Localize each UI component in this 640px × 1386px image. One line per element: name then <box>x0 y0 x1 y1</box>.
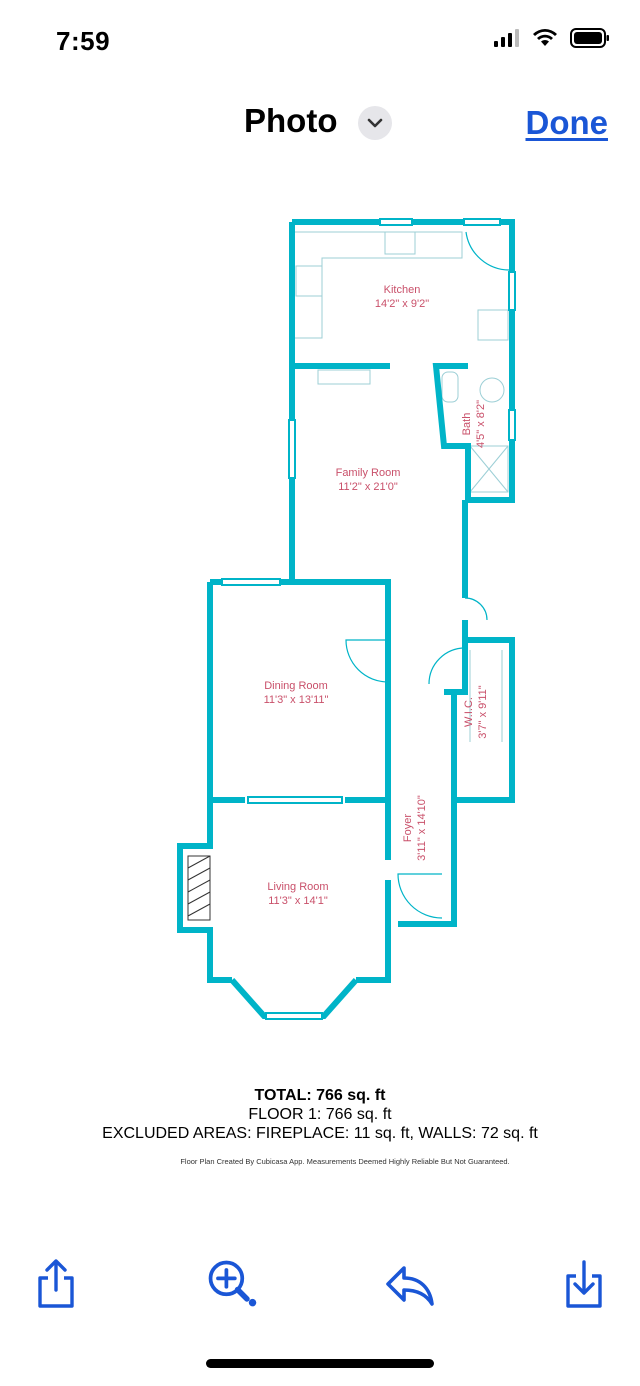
share-button[interactable] <box>28 1256 84 1312</box>
zoom-in-icon <box>208 1260 257 1307</box>
fireplace <box>187 855 211 921</box>
dining-room-label: Dining Room <box>264 680 328 692</box>
total-area: TOTAL: 766 sq. ft <box>254 1087 386 1104</box>
family-room-dims: 11'2" x 21'0" <box>338 481 398 493</box>
bath-dims: 4'5" x 8'2" <box>475 400 487 448</box>
nav-title: Photo <box>244 102 338 139</box>
zoom-button[interactable] <box>204 1256 260 1312</box>
battery-icon <box>570 28 609 48</box>
kitchen-dims: 14'2" x 9'2" <box>375 298 429 310</box>
bottom-toolbar <box>0 1256 640 1326</box>
foyer-label: Foyer <box>402 814 414 842</box>
windows <box>221 218 516 1020</box>
status-bar: 7:59 <box>0 0 640 80</box>
family-room-label: Family Room <box>336 467 401 479</box>
walls <box>177 219 515 983</box>
wic-dims: 3'7" x 9'11" <box>477 685 489 738</box>
title-menu-button[interactable] <box>358 106 392 140</box>
floor-plan-image: Kitchen 14'2" x 9'2" Family Room 11'2" x… <box>177 218 516 1020</box>
living-room-dims: 11'3" x 14'1" <box>268 895 328 907</box>
home-indicator[interactable] <box>206 1359 434 1368</box>
excluded-areas: EXCLUDED AREAS: FIREPLACE: 11 sq. ft, WA… <box>102 1125 538 1142</box>
status-time: 7:59 <box>56 26 111 56</box>
done-button[interactable]: Done <box>526 104 609 142</box>
download-icon <box>566 1260 602 1308</box>
bath-label: Bath <box>461 413 473 436</box>
wic-label: W.I.C. <box>463 697 475 727</box>
floor-area: FLOOR 1: 766 sq. ft <box>248 1106 392 1123</box>
share-icon <box>38 1259 74 1308</box>
credit-note: Floor Plan Created By Cubicasa App. Meas… <box>180 1157 510 1166</box>
cellular-signal-icon <box>494 29 519 47</box>
status-icons <box>494 28 610 48</box>
area-summary: TOTAL: 766 sq. ft FLOOR 1: 766 sq. ft EX… <box>0 1086 640 1143</box>
download-button[interactable] <box>556 1256 612 1312</box>
dining-room-dims: 11'3" x 13'11" <box>264 694 329 706</box>
kitchen-label: Kitchen <box>384 284 421 296</box>
door-swings <box>345 231 511 919</box>
chevron-down-icon <box>367 118 383 128</box>
wifi-icon <box>533 29 557 46</box>
foyer-dims: 3'11" x 14'10" <box>416 795 428 861</box>
reply-icon <box>386 1266 434 1306</box>
living-room-label: Living Room <box>267 881 328 893</box>
reply-button[interactable] <box>382 1256 438 1312</box>
